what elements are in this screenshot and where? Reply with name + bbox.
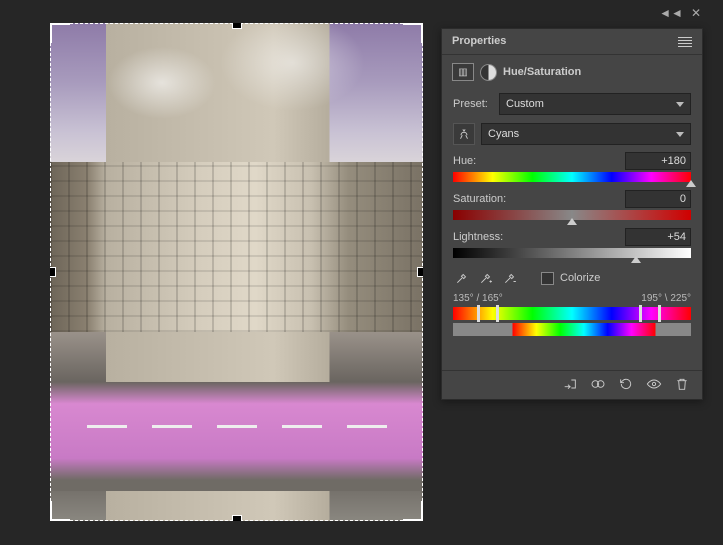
hue-slider-thumb[interactable] xyxy=(686,180,696,187)
preset-label: Preset: xyxy=(453,98,493,110)
hue-label: Hue: xyxy=(453,155,476,167)
range-marker-2[interactable] xyxy=(496,305,499,322)
panel-footer xyxy=(442,370,702,399)
trash-icon[interactable] xyxy=(674,376,690,395)
handle-bottom[interactable] xyxy=(232,515,242,521)
handle-bottom-left[interactable] xyxy=(50,501,70,521)
eyedropper-add-icon[interactable] xyxy=(477,269,495,287)
range-marker-3[interactable] xyxy=(639,305,642,322)
reset-icon[interactable] xyxy=(618,376,634,395)
handle-top[interactable] xyxy=(232,23,242,29)
preset-select[interactable]: Custom xyxy=(499,93,691,115)
saturation-label: Saturation: xyxy=(453,193,506,205)
handle-top-left[interactable] xyxy=(50,23,70,43)
adjustment-title-row: ▥ Hue/Saturation xyxy=(442,55,702,89)
saturation-slider-thumb[interactable] xyxy=(567,218,577,225)
lightness-label: Lightness: xyxy=(453,231,503,243)
hue-value-input[interactable]: +180 xyxy=(625,152,691,170)
panel-window-controls: ◄◄ ✕ xyxy=(659,6,701,20)
panel-menu-icon[interactable] xyxy=(678,37,692,47)
channel-select[interactable]: Cyans xyxy=(481,123,691,145)
hue-slider-track[interactable] xyxy=(453,172,691,182)
adjustment-layer-icon: ▥ xyxy=(452,63,474,81)
lightness-slider-track[interactable] xyxy=(453,248,691,258)
targeted-adjust-icon[interactable] xyxy=(453,123,475,145)
handle-bottom-right[interactable] xyxy=(403,501,423,521)
saturation-value-input[interactable]: 0 xyxy=(625,190,691,208)
channel-row: Cyans xyxy=(442,119,702,149)
eyedropper-icon[interactable] xyxy=(453,269,471,287)
hue-sat-icon xyxy=(480,64,497,81)
document-canvas[interactable] xyxy=(50,23,423,521)
lightness-slider-row: Lightness: +54 xyxy=(442,225,702,263)
channel-value: Cyans xyxy=(488,128,519,140)
properties-panel: Properties ▥ Hue/Saturation Preset: Cust… xyxy=(441,28,703,400)
panel-title: Properties xyxy=(452,29,506,54)
colorize-checkbox[interactable] xyxy=(541,272,554,285)
close-icon[interactable]: ✕ xyxy=(691,6,701,20)
workspace xyxy=(0,0,438,545)
hue-range-bar-bottom[interactable] xyxy=(453,323,691,336)
colorize-label: Colorize xyxy=(560,272,600,284)
adjustment-name: Hue/Saturation xyxy=(503,66,581,78)
eyedropper-subtract-icon[interactable] xyxy=(501,269,519,287)
eyedropper-row: Colorize xyxy=(442,263,702,293)
hue-range-bar-top[interactable] xyxy=(453,307,691,320)
range-marker-4[interactable] xyxy=(658,305,661,322)
mask-view-icon[interactable] xyxy=(590,376,606,395)
hue-slider-row: Hue: +180 xyxy=(442,149,702,187)
image-road xyxy=(50,382,423,492)
panel-header[interactable]: Properties xyxy=(442,29,702,55)
handle-top-right[interactable] xyxy=(403,23,423,43)
range-marker-1[interactable] xyxy=(477,305,480,322)
saturation-slider-row: Saturation: 0 xyxy=(442,187,702,225)
clip-to-layer-icon[interactable] xyxy=(562,376,578,395)
preset-row: Preset: Custom xyxy=(442,89,702,119)
lightness-value-input[interactable]: +54 xyxy=(625,228,691,246)
image-content xyxy=(50,162,423,331)
range-left: 135° / 165° xyxy=(453,293,503,304)
lightness-slider-thumb[interactable] xyxy=(631,256,641,263)
range-labels: 135° / 165° 195° \ 225° xyxy=(442,293,702,304)
range-right: 195° \ 225° xyxy=(641,293,691,304)
visibility-icon[interactable] xyxy=(646,376,662,395)
preset-value: Custom xyxy=(506,98,544,110)
saturation-slider-track[interactable] xyxy=(453,210,691,220)
collapse-icon[interactable]: ◄◄ xyxy=(659,6,683,20)
